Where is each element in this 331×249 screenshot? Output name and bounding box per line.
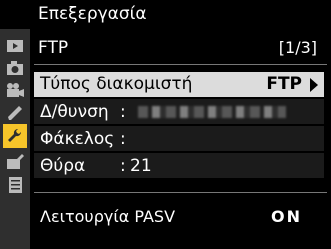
- address-colon: :: [120, 102, 126, 122]
- divider: [34, 64, 327, 65]
- port-colon: :: [120, 156, 126, 176]
- recent-settings-icon[interactable]: [4, 174, 26, 195]
- port-label: Θύρα: [40, 156, 86, 176]
- address-row[interactable]: Δ/θυνση :: [34, 99, 324, 124]
- chevron-right-icon: [310, 78, 318, 92]
- page-indicator: [1/3]: [278, 38, 317, 57]
- submenu-title: FTP: [38, 38, 69, 58]
- sidebar: [0, 29, 30, 249]
- pasv-mode-label: Λειτουργία PASV: [40, 207, 176, 226]
- address-label: Δ/θυνση: [40, 102, 109, 122]
- pencil-icon[interactable]: [4, 102, 26, 123]
- menu-screen: Επεξεργασία FTP [1/3] Τύπος διακομιστή F…: [0, 0, 331, 249]
- divider: [34, 192, 327, 193]
- port-value: 21: [130, 156, 152, 176]
- movie-camera-icon[interactable]: [4, 79, 26, 100]
- server-type-label: Τύπος διακομιστή: [40, 74, 193, 94]
- wrench-icon[interactable]: [3, 124, 27, 148]
- playback-icon[interactable]: [4, 35, 26, 56]
- port-row[interactable]: Θύρα : 21: [34, 153, 324, 178]
- menu-title: Επεξεργασία: [38, 4, 147, 24]
- folder-colon: :: [120, 129, 126, 149]
- folder-row[interactable]: Φάκελος :: [34, 126, 324, 151]
- pasv-mode-row[interactable]: Λειτουργία PASV ON: [34, 204, 324, 229]
- camera-icon[interactable]: [4, 57, 26, 78]
- pasv-mode-value: ON: [271, 207, 302, 226]
- address-value-obscured: [138, 106, 286, 118]
- retouch-icon[interactable]: [4, 151, 26, 172]
- folder-label: Φάκελος: [40, 129, 115, 149]
- server-type-row[interactable]: Τύπος διακομιστή FTP: [34, 72, 324, 97]
- server-type-value: FTP: [266, 74, 302, 94]
